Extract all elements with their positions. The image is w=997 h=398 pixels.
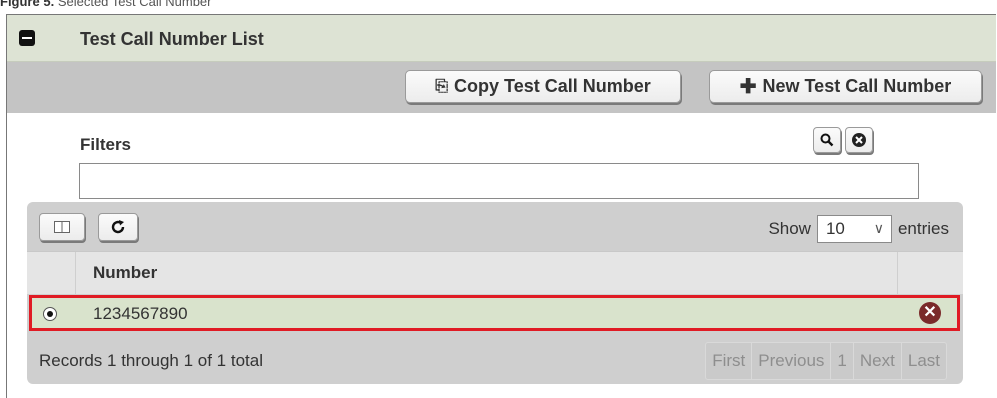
page-size-value: 10 bbox=[825, 219, 845, 238]
filter-input[interactable] bbox=[79, 163, 919, 199]
panel-title: Test Call Number List bbox=[80, 29, 264, 49]
pager-next[interactable]: Next bbox=[852, 343, 901, 379]
filters-label: Filters bbox=[80, 135, 132, 154]
copy-button-label: Copy Test Call Number bbox=[454, 76, 651, 96]
columns-icon bbox=[54, 221, 70, 233]
new-test-call-number-button[interactable]: ✚ New Test Call Number bbox=[709, 70, 982, 103]
page-size-select[interactable]: 10 ∨ bbox=[816, 215, 892, 243]
page-size-control: Show 10 ∨ entries bbox=[768, 215, 949, 243]
pager-first[interactable]: First bbox=[706, 343, 751, 379]
panel-header: Test Call Number List bbox=[7, 15, 996, 62]
pager-page[interactable]: 1 bbox=[830, 343, 852, 379]
table-row[interactable]: 1234567890 ✕ bbox=[29, 295, 960, 331]
show-label: Show bbox=[768, 219, 811, 238]
column-divider bbox=[75, 252, 76, 294]
copy-test-call-number-button[interactable]: ⎘ Copy Test Call Number bbox=[405, 70, 681, 103]
pagination: First Previous 1 Next Last bbox=[705, 342, 947, 380]
panel-toolbar: ⎘ Copy Test Call Number ✚ New Test Call … bbox=[7, 62, 996, 113]
refresh-button[interactable] bbox=[98, 213, 138, 241]
test-call-number-panel: Test Call Number List ⎘ Copy Test Call N… bbox=[6, 14, 996, 398]
new-button-label: New Test Call Number bbox=[762, 76, 952, 96]
collapse-icon[interactable] bbox=[19, 30, 35, 46]
pager-previous[interactable]: Previous bbox=[751, 343, 830, 379]
figure-caption-text: Selected Test Call Number bbox=[57, 0, 212, 9]
refresh-icon bbox=[111, 220, 125, 234]
clear-icon bbox=[852, 133, 866, 147]
row-radio[interactable] bbox=[43, 307, 57, 321]
pager-last[interactable]: Last bbox=[900, 343, 946, 379]
entries-label: entries bbox=[897, 219, 949, 238]
search-icon bbox=[820, 133, 834, 147]
clear-filter-button[interactable] bbox=[845, 127, 873, 153]
columns-button[interactable] bbox=[39, 213, 85, 241]
search-button[interactable] bbox=[813, 127, 841, 153]
copy-icon: ⎘ bbox=[435, 77, 449, 95]
column-divider bbox=[897, 252, 898, 294]
chevron-down-icon: ∨ bbox=[873, 220, 884, 236]
records-summary: Records 1 through 1 of 1 total bbox=[39, 351, 263, 370]
results-table: Show 10 ∨ entries Number 1234567890 ✕ Re… bbox=[27, 202, 963, 384]
figure-caption-prefix: Figure 5. bbox=[0, 0, 55, 9]
plus-icon: ✚ bbox=[739, 76, 757, 98]
table-header: Number bbox=[27, 251, 963, 294]
row-number: 1234567890 bbox=[93, 304, 188, 323]
delete-icon[interactable]: ✕ bbox=[919, 302, 941, 324]
column-header-number[interactable]: Number bbox=[93, 263, 157, 283]
figure-caption: Figure 5. Selected Test Call Number bbox=[0, 0, 211, 10]
